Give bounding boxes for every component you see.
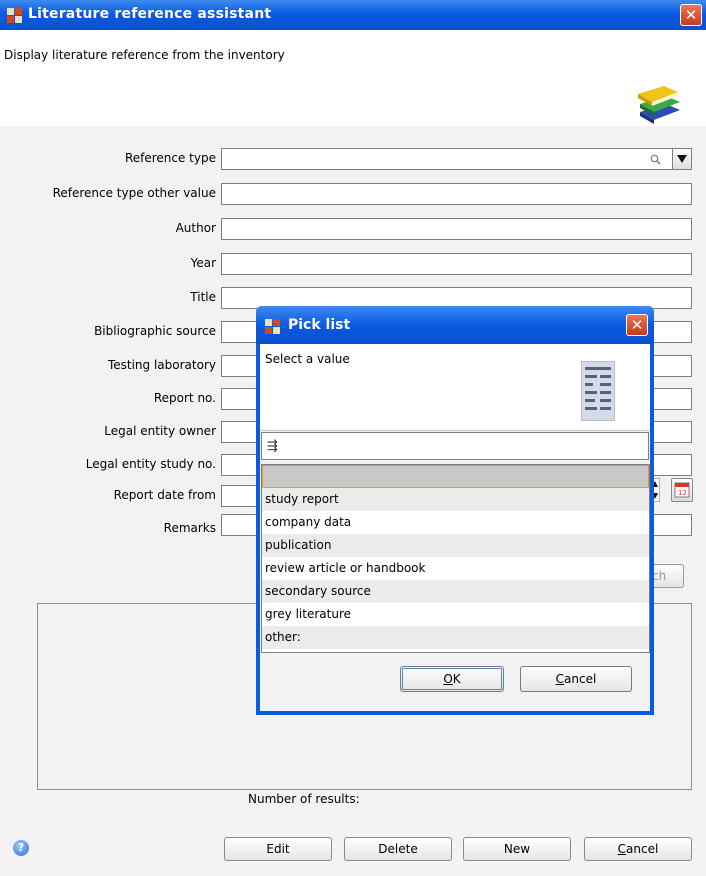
help-icon[interactable]: ?	[13, 840, 29, 856]
cancel-label: ancel	[626, 842, 659, 856]
list-item[interactable]: review article or handbook	[262, 557, 649, 580]
field-label: Remarks	[163, 521, 216, 535]
mnemonic: C	[617, 842, 627, 856]
mnemonic: C	[555, 672, 565, 686]
dialog-close-button[interactable]: ✕	[626, 314, 648, 336]
results-count-label: Number of results:	[248, 792, 360, 806]
field-label: Bibliographic source	[94, 324, 216, 338]
calendar-icon: 12	[674, 482, 690, 498]
reference-type-field[interactable]	[221, 148, 692, 170]
cancel-button[interactable]: Cancel	[584, 837, 692, 861]
reference-type-dropdown-button[interactable]	[672, 149, 691, 169]
list-item[interactable]: secondary source	[262, 580, 649, 603]
svg-text:12: 12	[678, 489, 687, 497]
field-label: Testing laboratory	[107, 358, 216, 372]
dialog-header: Select a value	[260, 344, 650, 431]
filter-input[interactable]: ⇶	[261, 432, 649, 460]
field-label: Reference type	[124, 151, 216, 165]
search-icon	[650, 154, 661, 165]
cancel-label: ancel	[564, 672, 597, 686]
window-title: Literature reference assistant	[28, 6, 272, 22]
field-label: Reference type other value	[52, 186, 216, 200]
pick-list-dialog: Pick list ✕ Select a value ⇶ study repor…	[256, 306, 654, 715]
field-label: Report date from	[113, 488, 216, 502]
dialog-title-bar: Pick list ✕	[256, 306, 654, 344]
filter-icon: ⇶	[267, 439, 278, 454]
dialog-body: Select a value ⇶ study report company da…	[260, 344, 650, 711]
dialog-cancel-button[interactable]: Cancel	[520, 666, 632, 692]
field-label: Report no.	[153, 391, 216, 405]
new-button[interactable]: New	[463, 837, 571, 861]
header-description: Display literature reference from the in…	[4, 48, 285, 62]
app-icon	[7, 8, 22, 23]
value-list[interactable]: study report company data publication re…	[261, 464, 650, 653]
field-label: Year	[190, 256, 216, 270]
report-date-from-input[interactable]	[221, 485, 261, 507]
year-input[interactable]	[221, 253, 692, 275]
close-button[interactable]: ✕	[680, 4, 702, 26]
field-label: Legal entity owner	[104, 424, 216, 438]
ok-label: K	[452, 672, 461, 686]
field-label: Author	[175, 221, 216, 235]
app-icon	[265, 319, 280, 334]
list-item[interactable]	[262, 465, 649, 488]
calendar-button[interactable]: 12	[671, 478, 693, 502]
field-label: Title	[190, 290, 216, 304]
list-item[interactable]: study report	[262, 488, 649, 511]
field-label: Legal entity study no.	[85, 457, 216, 471]
header-panel: Display literature reference from the in…	[0, 30, 706, 127]
ok-button[interactable]: OK	[400, 666, 504, 692]
list-item[interactable]: other:	[262, 626, 649, 649]
list-item[interactable]: publication	[262, 534, 649, 557]
dialog-description: Select a value	[265, 352, 350, 366]
author-input[interactable]	[221, 218, 692, 240]
dialog-title: Pick list	[288, 317, 351, 333]
title-bar: Literature reference assistant ✕	[0, 0, 706, 30]
delete-button[interactable]: Delete	[344, 837, 452, 861]
reference-type-other-value-input[interactable]	[221, 183, 692, 205]
list-document-icon	[581, 361, 615, 421]
list-item[interactable]: grey literature	[262, 603, 649, 626]
edit-button[interactable]: Edit	[224, 837, 332, 861]
mnemonic: O	[443, 672, 453, 686]
search-button[interactable]: ch	[650, 564, 684, 588]
books-icon	[638, 86, 680, 124]
list-item[interactable]: company data	[262, 511, 649, 534]
